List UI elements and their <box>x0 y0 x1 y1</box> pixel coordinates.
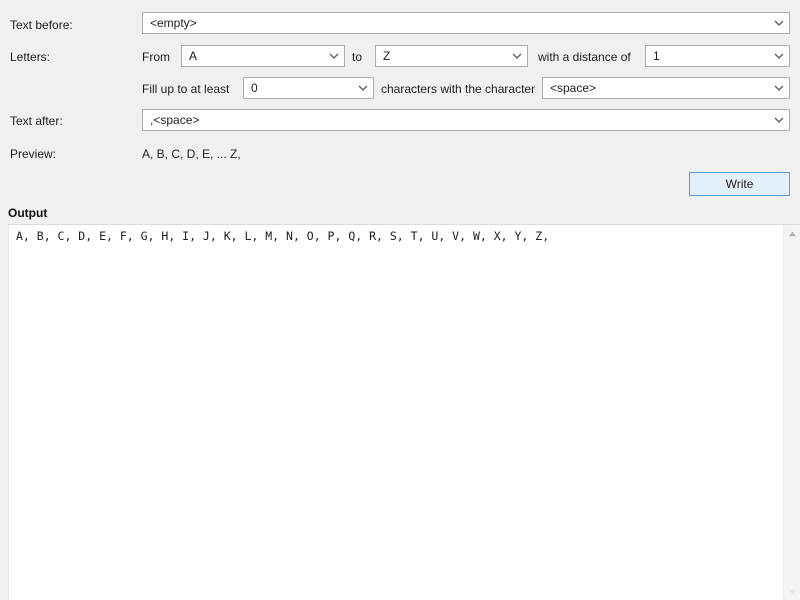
chevron-down-icon[interactable] <box>769 13 789 33</box>
chevron-down-icon[interactable] <box>507 46 527 66</box>
text-after-value: ,<space> <box>150 113 200 127</box>
letters-distance-label: with a distance of <box>538 50 631 64</box>
output-textarea[interactable]: A, B, C, D, E, F, G, H, I, J, K, L, M, N… <box>8 224 800 600</box>
chevron-down-icon[interactable] <box>324 46 344 66</box>
chevron-down-icon[interactable] <box>769 78 789 98</box>
text-before-label: Text before: <box>10 18 73 32</box>
fill-count-combo[interactable]: 0 <box>243 77 374 99</box>
fill-character-combo[interactable]: <space> <box>542 77 790 99</box>
settings-form: Text before: <empty> Letters: From A to … <box>0 0 800 200</box>
letters-to-label: to <box>352 50 363 64</box>
preview-value: A, B, C, D, E, ... Z, <box>142 147 241 161</box>
letters-distance-value: 1 <box>653 49 660 63</box>
write-button[interactable]: Write <box>689 172 790 196</box>
output-vertical-scrollbar[interactable] <box>783 225 800 600</box>
letters-distance-combo[interactable]: 1 <box>645 45 790 67</box>
letter-series-generator-window: Text before: <empty> Letters: From A to … <box>0 0 800 600</box>
fill-middle-label: characters with the character <box>381 82 536 96</box>
preview-label: Preview: <box>10 147 57 161</box>
text-after-label: Text after: <box>10 114 63 128</box>
scroll-down-arrow-icon[interactable] <box>784 583 800 600</box>
scrollbar-track[interactable] <box>784 242 800 583</box>
chevron-down-icon[interactable] <box>769 46 789 66</box>
text-before-value: <empty> <box>150 16 197 30</box>
text-after-combo[interactable]: ,<space> <box>142 109 790 131</box>
fill-prefix-label: Fill up to at least <box>142 82 230 96</box>
scroll-up-arrow-icon[interactable] <box>784 225 800 242</box>
fill-count-value: 0 <box>251 81 258 95</box>
fill-character-value: <space> <box>550 81 597 95</box>
letters-from-label: From <box>142 50 170 64</box>
letters-label: Letters: <box>10 50 51 64</box>
output-text-content: A, B, C, D, E, F, G, H, I, J, K, L, M, N… <box>16 229 550 243</box>
letters-from-value: A <box>189 49 198 63</box>
output-group-label: Output <box>8 206 48 220</box>
chevron-down-icon[interactable] <box>769 110 789 130</box>
letters-to-combo[interactable]: Z <box>375 45 528 67</box>
letters-from-combo[interactable]: A <box>181 45 345 67</box>
text-before-combo[interactable]: <empty> <box>142 12 790 34</box>
chevron-down-icon[interactable] <box>353 78 373 98</box>
letters-to-value: Z <box>383 49 391 63</box>
